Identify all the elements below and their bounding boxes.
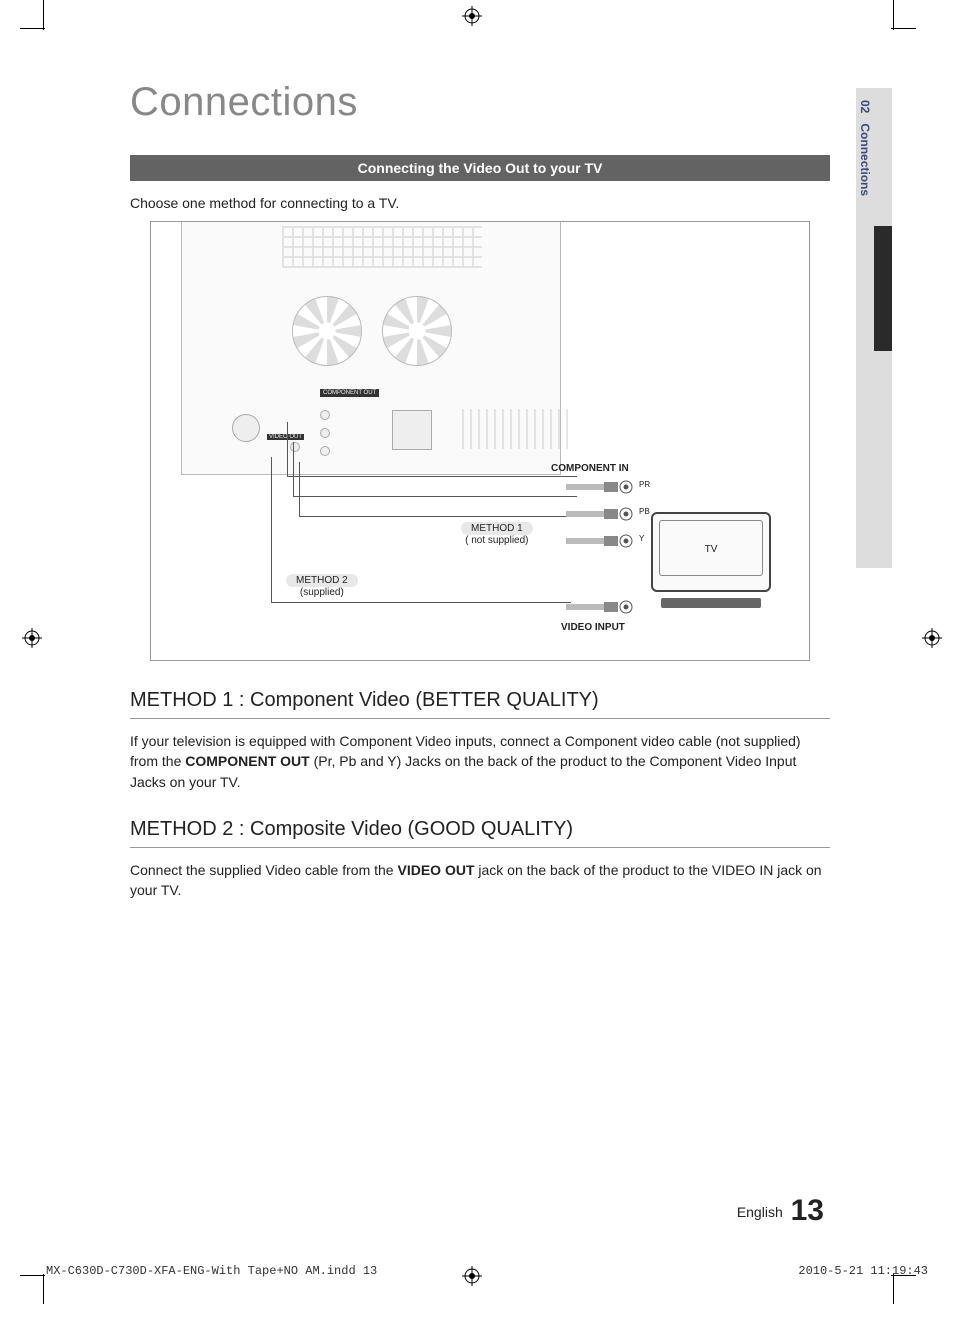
fan-icon — [382, 296, 452, 366]
crop-mark — [20, 28, 45, 29]
method1-name: METHOD 1 — [461, 522, 533, 535]
component-pr-jack — [320, 410, 330, 420]
crop-mark — [893, 1274, 894, 1304]
tv-jack-pb — [566, 507, 636, 526]
imprint-line: MX-C630D-C730D-XFA-ENG-With Tape+NO AM.i… — [46, 1264, 928, 1278]
page-title: Connections — [130, 80, 830, 125]
method1-text: If your television is equipped with Comp… — [130, 731, 830, 792]
video-input-label: VIDEO INPUT — [561, 622, 625, 633]
method1-note: ( not supplied) — [465, 535, 528, 546]
crop-mark — [20, 1275, 45, 1276]
fan-icon — [292, 296, 362, 366]
tv-label: TV — [651, 544, 771, 555]
vent-grille — [282, 226, 482, 268]
method1-heading: METHOD 1 : Component Video (BETTER QUALI… — [130, 689, 830, 719]
component-out-label: COMPONENT OUT — [320, 389, 379, 397]
crop-mark — [43, 1274, 44, 1304]
imprint-file: MX-C630D-C730D-XFA-ENG-With Tape+NO AM.i… — [46, 1264, 377, 1278]
pr-label: PR — [639, 480, 650, 489]
method2-note: (supplied) — [300, 587, 344, 598]
pb-label: PB — [639, 507, 650, 516]
method2-heading: METHOD 2 : Composite Video (GOOD QUALITY… — [130, 818, 830, 848]
crop-mark — [893, 0, 894, 30]
intro-text: Choose one method for connecting to a TV… — [130, 195, 830, 211]
crop-mark — [43, 0, 44, 30]
component-in-label: COMPONENT IN — [551, 463, 629, 474]
text-bold: COMPONENT OUT — [185, 753, 309, 769]
page-content: Connections Connecting the Video Out to … — [130, 80, 830, 1240]
section-heading-bar: Connecting the Video Out to your TV — [130, 155, 830, 181]
method2-name: METHOD 2 — [286, 574, 358, 587]
registration-mark-icon — [462, 6, 482, 26]
tv-jack-pr — [566, 480, 636, 499]
side-chapter-tab: 02 Connections — [856, 88, 892, 568]
imprint-timestamp: 2010-5-21 11:19:43 — [798, 1264, 928, 1278]
chapter-label: Connections — [858, 123, 872, 196]
footer-language: English — [737, 1204, 783, 1220]
page-footer: English 13 — [737, 1194, 824, 1228]
chapter-number: 02 — [858, 100, 872, 113]
cable-line — [271, 602, 571, 603]
fm-antenna-jack — [232, 414, 260, 442]
crop-mark — [891, 28, 916, 29]
text-segment: Connect the supplied Video cable from th… — [130, 862, 397, 878]
connection-diagram: COMPONENT OUT VIDEO OUT METHOD 2 (suppli… — [150, 221, 810, 661]
cable-line — [271, 457, 272, 602]
method1-bubble: METHOD 1 ( not supplied) — [461, 522, 533, 546]
method2-text: Connect the supplied Video cable from th… — [130, 860, 830, 901]
cable-line — [299, 462, 577, 517]
text-bold: VIDEO OUT — [397, 862, 474, 878]
side-tab-text: 02 Connections — [858, 100, 872, 196]
registration-mark-icon — [22, 628, 42, 648]
y-label: Y — [639, 534, 644, 543]
tv-jack-y — [566, 534, 636, 553]
page-number: 13 — [791, 1194, 824, 1227]
method2-bubble: METHOD 2 (supplied) — [286, 574, 358, 598]
tv-icon: TV — [651, 512, 781, 608]
tv-jack-video — [566, 600, 636, 619]
registration-mark-icon — [922, 628, 942, 648]
